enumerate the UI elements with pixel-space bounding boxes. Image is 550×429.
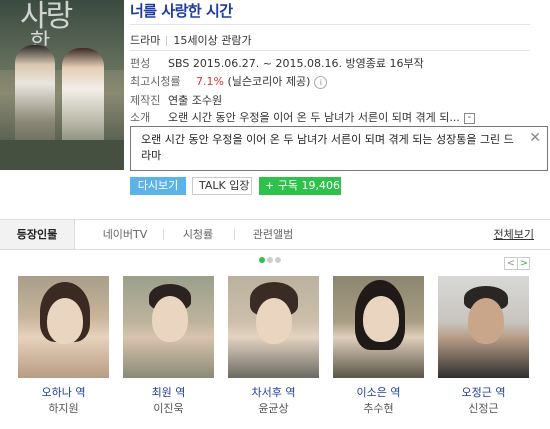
producer-label: 제작진 — [130, 94, 161, 107]
tab-cast[interactable]: 등장인물 — [0, 220, 75, 249]
character-name[interactable]: 최원 역 — [123, 386, 214, 399]
actor-name[interactable]: 신정근 — [438, 402, 529, 415]
photo-face — [363, 296, 399, 342]
rating-row: 최고시청률 7.1% (닐슨코리아 제공) i — [130, 75, 328, 89]
view-all-link[interactable]: 전체보기 — [494, 220, 534, 249]
broadcast-row: 편성 SBS 2015.06.27. ~ 2015.08.16. 방영종료 16부… — [130, 57, 424, 71]
cast-photo[interactable] — [438, 276, 529, 378]
photo-face — [256, 298, 292, 344]
cast-card[interactable]: 이소은 역 추수현 — [333, 276, 424, 415]
tab-ratings[interactable]: 시청률 — [163, 220, 233, 249]
producer-value: 연출 조수원 — [168, 94, 223, 107]
poster-title-text: 사랑 — [20, 0, 73, 34]
cast-photo[interactable] — [333, 276, 424, 378]
cast-card[interactable]: 차서후 역 윤균상 — [228, 276, 319, 415]
drama-poster[interactable]: 사랑 한 — [0, 0, 124, 170]
broadcast-value: SBS 2015.06.27. ~ 2015.08.16. 방영종료 16부작 — [168, 57, 424, 70]
cast-card[interactable]: 오하나 역 하지원 — [18, 276, 109, 415]
rating-source: (닐슨코리아 제공) — [227, 75, 311, 88]
carousel-dot[interactable] — [267, 257, 273, 263]
rating-label: 최고시청률 — [130, 75, 181, 88]
age-rating: 15세이상 관람가 — [173, 34, 252, 47]
photo-face — [152, 296, 188, 342]
subscribe-button[interactable]: + 구독 19,406 — [259, 177, 341, 195]
producer-row: 제작진 연출 조수원 — [130, 94, 222, 108]
character-name[interactable]: 오하나 역 — [18, 386, 109, 399]
divider — [130, 24, 530, 25]
actor-name[interactable]: 윤균상 — [228, 402, 319, 415]
info-icon[interactable]: i — [314, 75, 328, 89]
cast-photo[interactable] — [228, 276, 319, 378]
cast-card[interactable]: 오정근 역 신정근 — [438, 276, 529, 415]
actor-name[interactable]: 추수현 — [333, 402, 424, 415]
talk-button[interactable]: TALK 입장 — [192, 177, 252, 195]
tooltip-text: 오랜 시간 동안 우정을 이어 온 두 남녀가 서른이 되며 겪게 되는 성장통… — [141, 133, 514, 162]
broadcast-label: 편성 — [130, 57, 151, 70]
photo-face — [47, 298, 83, 344]
collapse-icon[interactable]: - — [463, 112, 475, 124]
prev-arrow-icon[interactable]: < — [505, 257, 517, 270]
watch-again-button[interactable]: 다시보기 — [130, 177, 186, 195]
genre-label: 드라마 — [130, 34, 161, 47]
synopsis-label: 소개 — [130, 111, 151, 124]
tab-albums[interactable]: 관련앨범 — [234, 220, 312, 249]
cast-photo[interactable] — [18, 276, 109, 378]
character-name[interactable]: 오정근 역 — [438, 386, 529, 399]
separator — [166, 36, 168, 46]
synopsis-tooltip: 오랜 시간 동안 우정을 이어 온 두 남녀가 서른이 되며 겪게 되는 성장통… — [130, 126, 548, 171]
rating-value: 7.1% — [196, 75, 224, 88]
carousel-dot[interactable] — [275, 257, 281, 263]
genre-row: 드라마 15세이상 관람가 — [130, 32, 252, 48]
actor-name[interactable]: 이진욱 — [123, 402, 214, 415]
poster-ground — [0, 140, 124, 170]
close-icon[interactable]: ✕ — [529, 131, 541, 145]
character-name[interactable]: 차서후 역 — [228, 386, 319, 399]
carousel-dot-active[interactable] — [259, 257, 265, 263]
divider — [130, 50, 530, 51]
tab-navertv[interactable]: 네이버TV — [88, 220, 162, 249]
synopsis-row: 소개 오랜 시간 동안 우정을 이어 온 두 남녀가 서른이 되며 겪게 되...… — [130, 111, 475, 125]
carousel-nav: < > — [504, 257, 530, 270]
synopsis-short: 오랜 시간 동안 우정을 이어 온 두 남녀가 서른이 되며 겪게 되... — [168, 111, 460, 124]
next-arrow-icon[interactable]: > — [518, 257, 530, 270]
drama-title[interactable]: 너를 사랑한 시간 — [130, 0, 233, 21]
actor-name[interactable]: 하지원 — [18, 402, 109, 415]
character-name[interactable]: 이소은 역 — [333, 386, 424, 399]
cast-card[interactable]: 최원 역 이진욱 — [123, 276, 214, 415]
tab-bar: 등장인물 네이버TV 시청률 관련앨범 전체보기 — [0, 219, 550, 250]
photo-face — [468, 298, 504, 344]
cast-photo[interactable] — [123, 276, 214, 378]
poster-person-male — [15, 45, 55, 155]
